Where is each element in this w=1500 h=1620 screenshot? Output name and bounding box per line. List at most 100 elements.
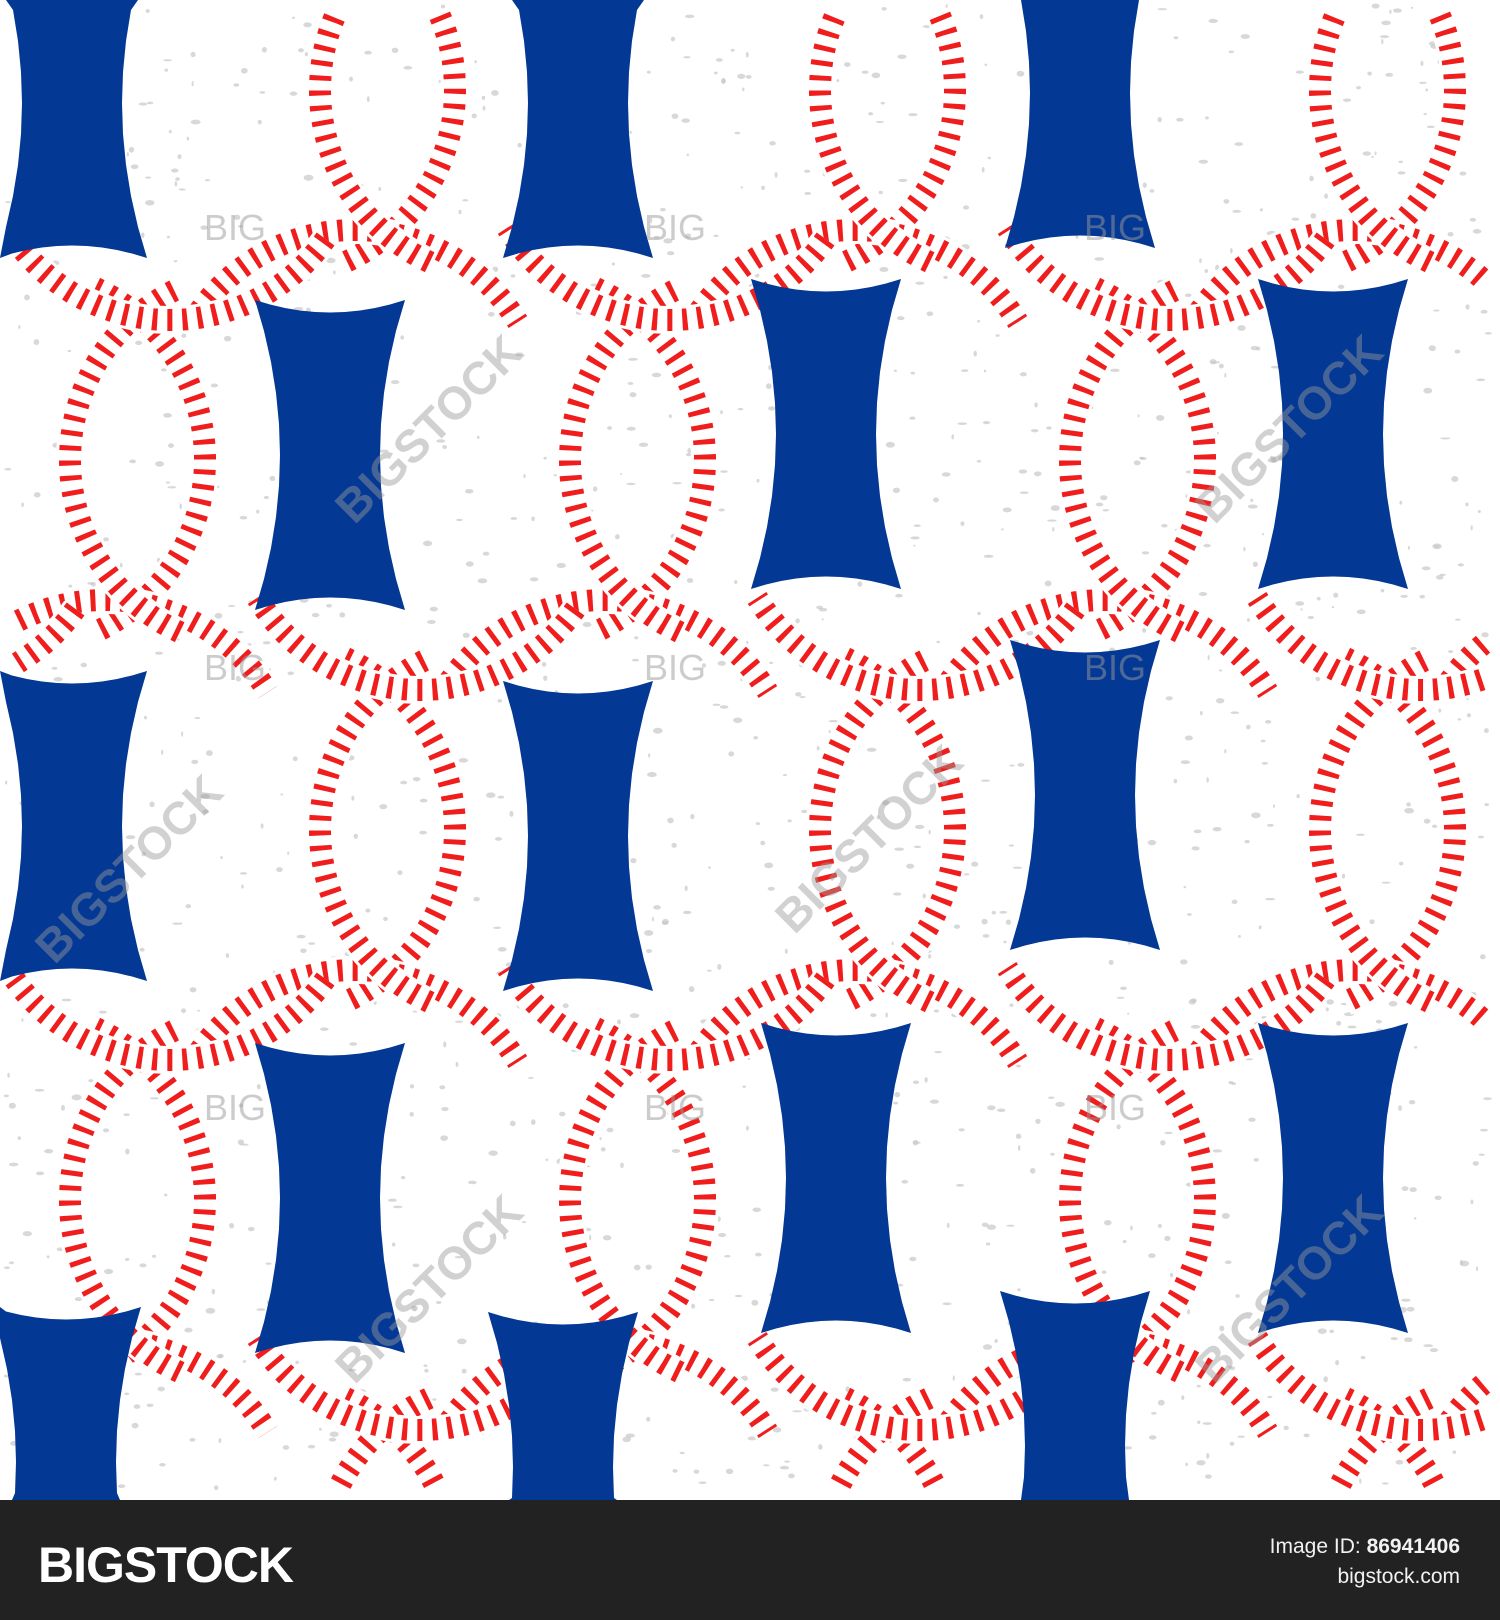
speckle: [681, 118, 690, 123]
speckle: [1009, 1003, 1014, 1007]
speckle: [1165, 696, 1173, 701]
speckle: [600, 1147, 606, 1152]
speckle: [462, 199, 469, 202]
speckle: [1375, 1019, 1382, 1024]
speckle: [1095, 502, 1104, 507]
speckle: [265, 1262, 272, 1265]
speckle: [929, 1099, 940, 1104]
speckle: [471, 113, 477, 119]
speckle: [614, 534, 620, 540]
speckle: [46, 1255, 50, 1259]
speckle: [1300, 608, 1303, 611]
speckle: [104, 1268, 114, 1275]
speckle: [910, 371, 916, 375]
speckle: [671, 113, 679, 119]
speckle: [214, 1485, 219, 1491]
speckle: [3, 1374, 9, 1378]
speckle: [1017, 1288, 1021, 1292]
speckle: [881, 7, 887, 11]
speckle: [952, 1375, 955, 1381]
speckle: [1400, 1298, 1411, 1302]
speckle: [1481, 632, 1489, 638]
speckle: [629, 130, 632, 135]
speckle: [752, 1207, 762, 1213]
speckle: [422, 540, 433, 547]
speckle: [671, 842, 677, 848]
speckle: [1484, 332, 1492, 335]
speckle: [88, 1079, 94, 1083]
speckle: [828, 729, 831, 734]
speckle: [1050, 505, 1060, 512]
speckle: [465, 489, 474, 494]
speckle: [1200, 710, 1203, 716]
speckle: [1190, 998, 1197, 1003]
speckle: [429, 606, 438, 612]
speckle: [745, 74, 752, 79]
speckle: [424, 1368, 429, 1373]
speckle: [1216, 698, 1225, 704]
speckle: [995, 334, 1000, 337]
speckle: [913, 544, 916, 547]
speckle: [1139, 457, 1147, 461]
speckle: [979, 14, 984, 20]
speckle: [1374, 151, 1377, 156]
speckle: [216, 1354, 223, 1359]
speckle: [928, 954, 932, 959]
speckle: [320, 1027, 329, 1031]
speckle: [1055, 1101, 1065, 1107]
speckle: [353, 833, 359, 839]
speckle: [684, 14, 695, 19]
speckle: [1266, 823, 1274, 827]
site-link[interactable]: bigstock.com: [1270, 1562, 1460, 1592]
speckle: [718, 508, 725, 512]
speckle: [409, 1084, 415, 1089]
speckle: [922, 893, 926, 899]
speckle: [934, 1050, 943, 1054]
speckle: [1267, 1395, 1273, 1399]
speckle: [269, 475, 276, 482]
speckle: [1219, 669, 1223, 672]
speckle: [880, 101, 885, 105]
speckle: [241, 884, 244, 889]
speckle: [291, 16, 295, 19]
watermark-big: BIG: [644, 1087, 706, 1128]
speckle: [175, 177, 180, 181]
speckle: [718, 1232, 727, 1238]
speckle: [256, 509, 260, 514]
speckle: [818, 607, 828, 612]
speckle: [482, 551, 490, 556]
speckle: [412, 776, 421, 782]
speckle: [1438, 708, 1442, 713]
speckle: [1196, 1384, 1201, 1388]
speckle: [1181, 1395, 1185, 1401]
speckle: [1207, 654, 1210, 661]
speckle: [767, 886, 775, 891]
speckle: [661, 920, 669, 926]
speckle: [1457, 718, 1462, 721]
speckle: [8, 1102, 16, 1109]
speckle: [465, 561, 474, 567]
speckle: [1341, 873, 1346, 879]
speckle: [1235, 1294, 1240, 1298]
speckle: [214, 612, 223, 619]
speckle: [7, 1072, 10, 1078]
speckle: [737, 407, 744, 411]
speckle: [787, 819, 792, 823]
speckle: [218, 1437, 222, 1444]
speckle: [163, 413, 172, 418]
speckle: [1447, 232, 1454, 237]
bigstock-logo[interactable]: BIGSTOCK: [38, 1536, 294, 1594]
speckle: [892, 487, 901, 494]
speckle: [1224, 749, 1227, 754]
speckle: [1283, 1425, 1289, 1431]
speckle: [1296, 793, 1300, 799]
speckle: [1433, 545, 1440, 548]
speckle: [1206, 777, 1209, 783]
speckle: [891, 941, 894, 946]
speckle: [400, 1175, 406, 1180]
speckle: [1452, 1450, 1457, 1454]
speckle: [693, 1469, 700, 1474]
speckle: [488, 1150, 498, 1156]
speckle: [293, 307, 304, 311]
speckle: [145, 8, 150, 13]
